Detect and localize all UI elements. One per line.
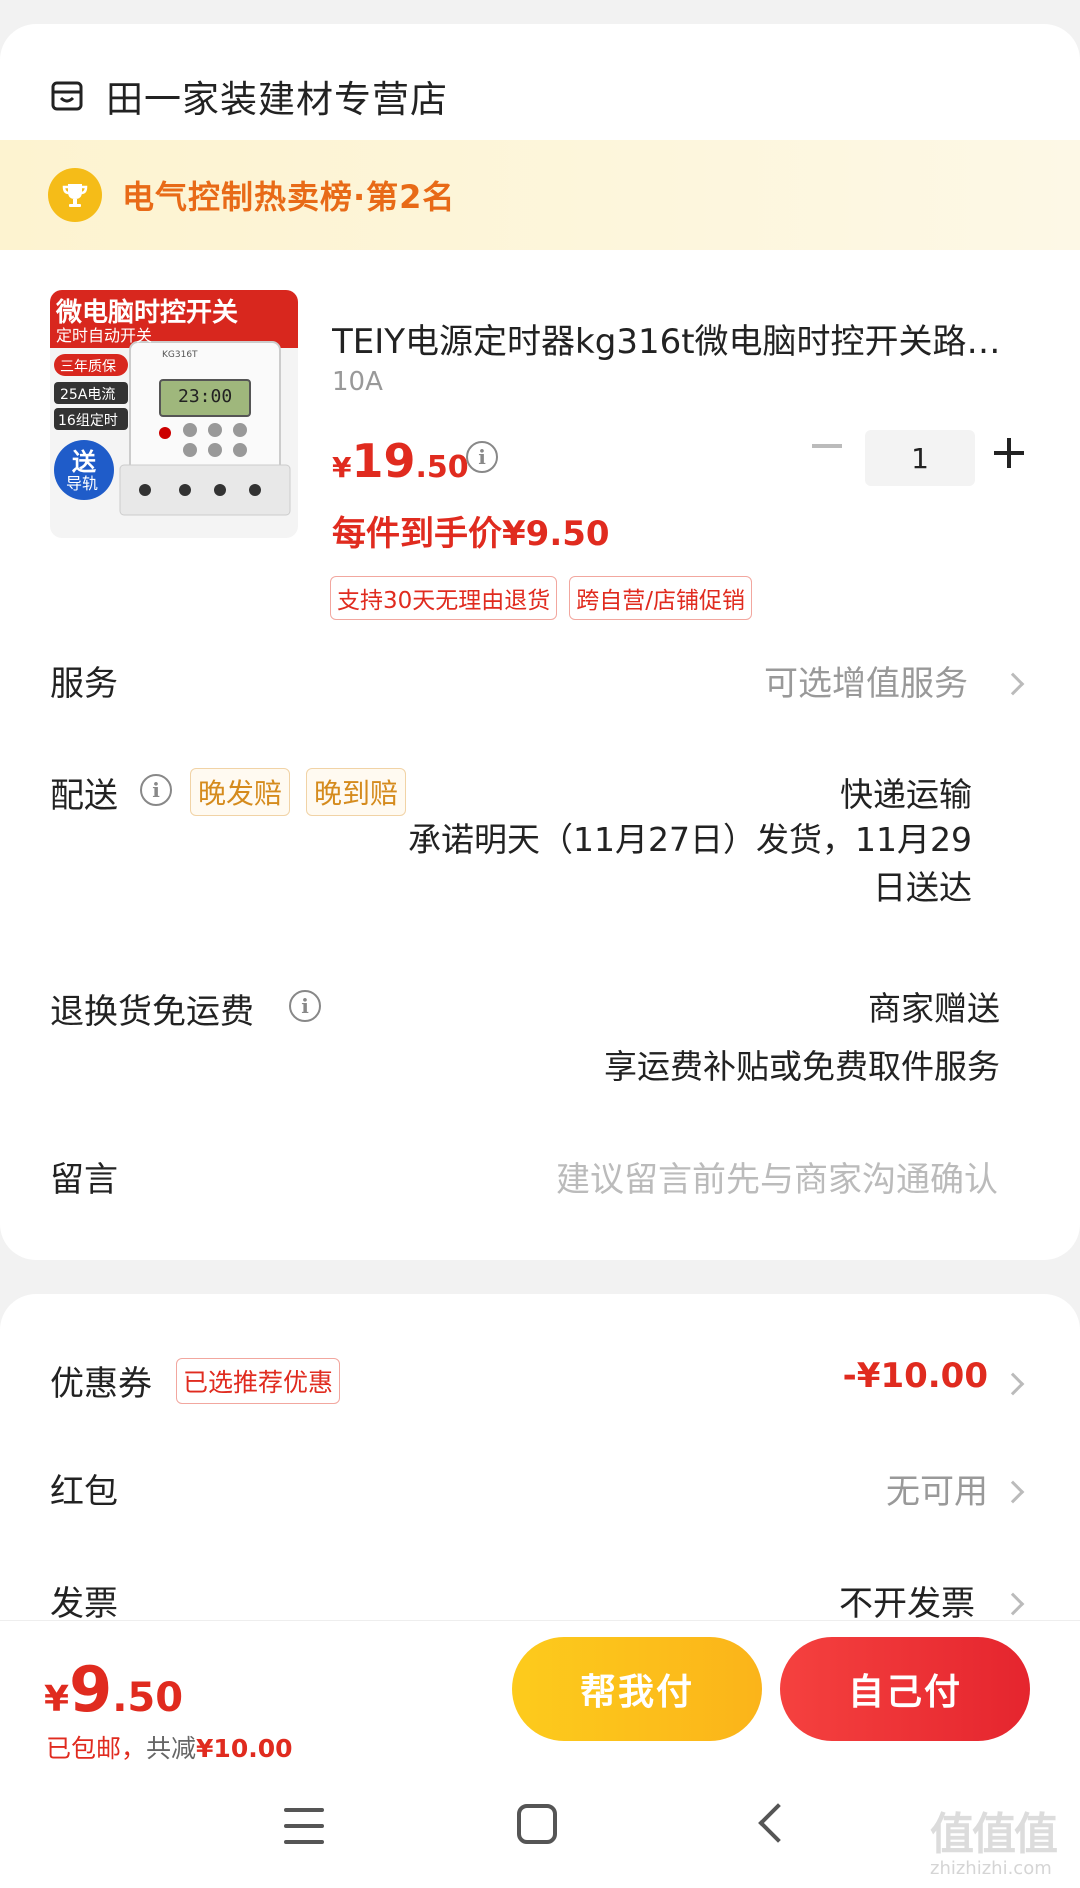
rank-banner[interactable]: 电气控制热卖榜·第2名	[0, 140, 1080, 250]
late-arrive-tag: 晚到赔	[306, 768, 407, 816]
thumb-model: KG316T	[162, 350, 198, 360]
return-shipping-label: 退换货免运费	[50, 992, 254, 1032]
quantity-increase-button[interactable]	[994, 436, 1028, 470]
return-shipping-value: 商家赠送 享运费补贴或免费取件服务	[604, 989, 1000, 1086]
recent-apps-icon[interactable]	[284, 1808, 324, 1844]
rank-text: 电气控制热卖榜·第2名	[122, 178, 456, 216]
delivery-method[interactable]: 快递运输	[840, 768, 972, 816]
quantity-decrease-button[interactable]	[812, 444, 842, 448]
delivery-info-icon[interactable]: i	[140, 774, 172, 806]
home-icon[interactable]	[517, 1804, 557, 1844]
invoice-value[interactable]: 不开发票	[839, 1576, 975, 1624]
chevron-right-icon[interactable]	[1001, 1592, 1025, 1616]
final-price: 每件到手价¥9.50	[332, 514, 610, 554]
discount-card: 优惠券 已选推荐优惠 -¥10.00 红包 无可用 发票 不开发票	[0, 1294, 1080, 1624]
product-thumbnail[interactable]: 微电脑时控开关 定时自动开关 三年质保 25A电流 16组定时 送 导轨 KG3…	[50, 290, 298, 538]
thumb-subline: 定时自动开关	[56, 326, 153, 345]
return-info-icon[interactable]: i	[289, 990, 321, 1022]
store-row[interactable]: 田一家装建材专营店	[50, 60, 448, 132]
chevron-right-icon[interactable]	[1001, 1480, 1025, 1504]
trophy-icon	[48, 168, 102, 222]
red-packet-value[interactable]: 无可用	[886, 1464, 988, 1513]
delivery-promise: 承诺明天（11月27日）发货，11月29 日送达	[408, 820, 972, 907]
chevron-right-icon[interactable]	[1001, 1372, 1025, 1396]
store-name: 田一家装建材专营店	[106, 78, 448, 121]
price-info-icon[interactable]: i	[466, 441, 498, 473]
thumb-badge: 三年质保	[60, 359, 116, 375]
chevron-right-icon[interactable]	[1001, 672, 1025, 696]
delivery-tags: 晚发赔 晚到赔	[190, 768, 407, 816]
system-navbar: 值值值 zhizhizhi.com	[0, 1778, 1080, 1888]
watermark-url: zhizhizhi.com	[930, 1858, 1052, 1879]
invoice-label: 发票	[50, 1584, 118, 1624]
total-price: ¥ 9 .50	[44, 1653, 184, 1726]
quantity-input[interactable]: 1	[865, 430, 975, 486]
help-pay-button[interactable]: 帮我付	[512, 1637, 762, 1741]
product-tags: 支持30天无理由退货 跨自营/店铺促销	[330, 576, 753, 620]
thumb-badge: 16组定时	[58, 413, 118, 429]
message-input[interactable]: 建议留言前先与商家沟通确认	[556, 1152, 998, 1201]
service-label: 服务	[50, 664, 118, 704]
coupon-value[interactable]: -¥10.00	[843, 1356, 988, 1396]
store-icon	[51, 81, 83, 111]
total-summary: 已包邮，共减¥10.00	[46, 1734, 293, 1763]
checkout-bar: ¥ 9 .50 已包邮，共减¥10.00 帮我付 自己付	[0, 1620, 1080, 1778]
thumb-badge: 25A电流	[60, 387, 116, 403]
return-policy-tag: 支持30天无理由退货	[330, 576, 558, 620]
product-spec: 10A	[332, 367, 383, 397]
self-pay-button[interactable]: 自己付	[780, 1637, 1030, 1741]
thumb-gift-sub: 导轨	[66, 474, 99, 493]
service-value[interactable]: 可选增值服务	[764, 656, 968, 705]
red-packet-label: 红包	[50, 1472, 118, 1512]
message-label: 留言	[50, 1160, 118, 1200]
delivery-label: 配送	[50, 776, 118, 816]
coupon-label: 优惠券	[50, 1364, 152, 1404]
watermark-logo: 值值值	[930, 1809, 1058, 1860]
late-ship-tag: 晚发赔	[190, 768, 291, 816]
thumb-lcd: 23:00	[178, 386, 233, 407]
back-icon[interactable]	[758, 1803, 798, 1843]
product-title[interactable]: TEIY电源定时器kg316t微电脑时控开关路灯时控	[332, 314, 1032, 363]
promotion-tag: 跨自营/店铺促销	[569, 576, 753, 620]
coupon-tag: 已选推荐优惠	[176, 1358, 341, 1404]
order-card: 田一家装建材专营店 电气控制热卖榜·第2名 微电脑时控开关 定时自动开关 三年质…	[0, 24, 1080, 1260]
product-price: ¥ 19 .50	[332, 434, 469, 488]
